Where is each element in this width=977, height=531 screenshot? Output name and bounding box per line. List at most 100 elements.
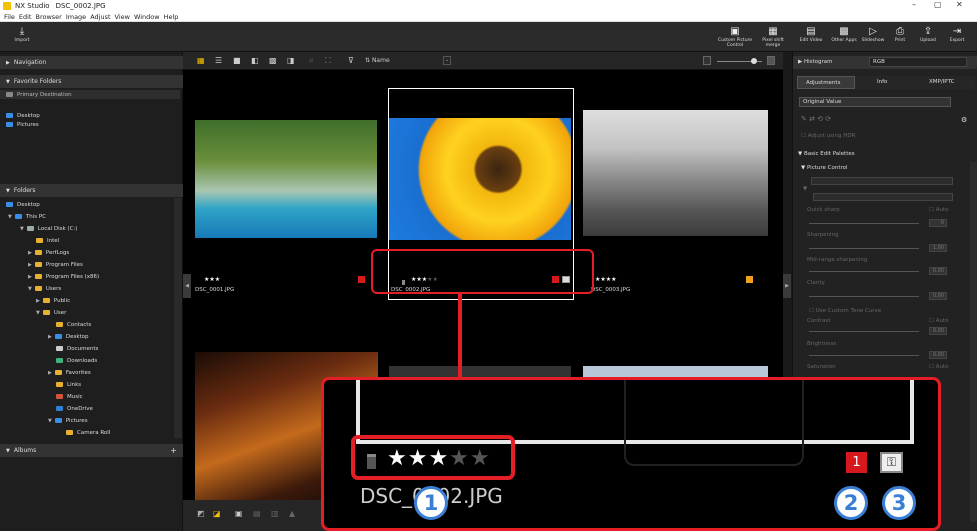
tree-program-files-x86[interactable]: ▶ Program Files (x86) (28, 272, 99, 281)
navigation-header[interactable]: ▶ Navigation (0, 56, 183, 69)
tree-favorites[interactable]: ▶ Favorites (48, 368, 91, 377)
tree-pictures[interactable]: ▼ Pictures (48, 416, 88, 425)
export-button[interactable]: ⇥ Export (939, 25, 975, 49)
tree-local-disk[interactable]: ▼ Local Disk (C:) (20, 224, 77, 233)
tree-user-desktop[interactable]: ▶ Desktop (48, 332, 89, 341)
tree-documents[interactable]: Documents (56, 344, 98, 353)
collapse-left-panel-button[interactable]: ◀ (183, 274, 191, 298)
quick-sharp-slider[interactable] (809, 223, 919, 224)
minimize-button[interactable]: – (912, 0, 916, 12)
rotate-left-icon[interactable]: ◩ (197, 509, 205, 518)
zoom-in-icon[interactable] (767, 56, 775, 65)
favorite-folders-header[interactable]: ▼ Favorite Folders (0, 75, 183, 88)
folders-header[interactable]: ▼ Folders (0, 184, 183, 197)
tree-users[interactable]: ▼ Users (28, 284, 61, 293)
midrange-slider[interactable] (809, 271, 919, 272)
tab-adjustments[interactable]: Adjustments (797, 76, 855, 89)
menu-edit[interactable]: Edit (19, 13, 32, 21)
saturation-auto-checkbox[interactable]: ☐ Auto (929, 364, 948, 370)
menu-view[interactable]: View (115, 13, 130, 21)
contrast-auto-checkbox[interactable]: ☐ Auto (929, 318, 948, 324)
fav-item-pictures[interactable]: Pictures (6, 120, 39, 129)
custom-picture-control-button[interactable]: ▣ Custom Picture Control (717, 25, 753, 49)
menu-image[interactable]: Image (66, 13, 86, 21)
tree-intel[interactable]: Intel (36, 236, 59, 245)
albums-header[interactable]: ▼ Albums + (0, 444, 183, 457)
maximize-button[interactable]: ▢ (934, 0, 942, 12)
adjust-hdr-checkbox[interactable]: ☐ Adjust using HDR (801, 133, 855, 139)
sharpening-slider[interactable] (809, 248, 919, 249)
list-view-icon[interactable]: ☰ (215, 56, 222, 65)
tree-music[interactable]: Music (56, 392, 83, 401)
tree-camera-roll[interactable]: Camera Roll (66, 428, 110, 437)
settings-gear-icon[interactable]: ⚙ (961, 116, 967, 124)
single-view-icon[interactable]: ■ (233, 56, 241, 65)
grid-icon[interactable]: ▥ (271, 509, 279, 518)
import-button[interactable]: ⤓ Import (4, 25, 40, 49)
adjust-tools-icon[interactable]: ✎ ⇄ ⟲ ⟳ (801, 115, 831, 123)
preset-select[interactable]: Original Value (799, 97, 951, 107)
collapse-right-panel-button[interactable]: ▶ (783, 274, 791, 298)
thumbnail-image-2[interactable] (389, 118, 571, 240)
menu-browser[interactable]: Browser (35, 13, 61, 21)
rating-stars[interactable]: ★★★★★ (387, 446, 491, 471)
close-button[interactable]: ✕ (956, 0, 963, 12)
thumbnail-image-1[interactable] (195, 120, 377, 238)
brightness-value[interactable]: 0.00 (929, 351, 947, 359)
picture-control-select[interactable] (811, 177, 953, 185)
two-image-view-icon[interactable]: ◨ (287, 56, 295, 65)
fav-item-desktop[interactable]: Desktop (6, 111, 40, 120)
menu-adjust[interactable]: Adjust (90, 13, 110, 21)
contrast-slider[interactable] (809, 331, 919, 332)
clarity-slider[interactable] (809, 296, 919, 297)
thumbnail-grid-icon[interactable]: ▦ (197, 56, 205, 65)
info-icon[interactable]: ▣ (235, 509, 243, 518)
rating-stars[interactable]: ★★★ (204, 276, 220, 283)
fit-icon[interactable]: ⌗ (309, 56, 314, 66)
contrast-value[interactable]: 0.00 (929, 327, 947, 335)
sort-control[interactable]: ⇅ Name (365, 57, 390, 64)
zoom-out-icon[interactable] (703, 56, 711, 65)
quick-sharp-value[interactable]: 0 (929, 219, 947, 227)
full-screen-icon[interactable]: ⛶ (325, 56, 331, 66)
filmstrip-view-icon[interactable]: ◧ (251, 56, 259, 65)
sort-dropdown-icon[interactable]: ⌄ (443, 56, 451, 65)
menu-file[interactable]: File (4, 13, 15, 21)
pixel-shift-button[interactable]: ▦ Pixel shift merge (755, 25, 791, 49)
tree-perflogs[interactable]: ▶ PerfLogs (28, 248, 69, 257)
tree-program-files[interactable]: ▶ Program Files (28, 260, 83, 269)
tree-public[interactable]: ▶ Public (36, 296, 70, 305)
compare-icon[interactable]: ▤ (253, 509, 261, 518)
filter-icon[interactable]: ⊽ (348, 56, 354, 65)
clarity-value[interactable]: 0.00 (929, 292, 947, 300)
custom-curve-checkbox[interactable]: ☐ Use Custom Tone Curve (809, 308, 881, 314)
add-album-button[interactable]: + (170, 444, 177, 457)
slider-handle[interactable] (751, 58, 757, 64)
basic-edit-palettes-header[interactable]: ▼ Basic Edit Palettes (798, 151, 855, 157)
rating-stars[interactable]: ★★★★ (595, 276, 617, 283)
right-panel-scrollbar[interactable] (970, 162, 977, 522)
histogram-icon[interactable]: ▲ (289, 509, 295, 518)
edit-video-button[interactable]: ▤ Edit Video (793, 25, 829, 49)
histogram-header[interactable]: ▶ Histogram RGB (793, 56, 977, 69)
tree-this-pc[interactable]: ▼ This PC (8, 212, 46, 221)
midrange-value[interactable]: 0.00 (929, 267, 947, 275)
compare-view-icon[interactable]: ▩ (269, 56, 277, 65)
tree-desktop[interactable]: Desktop (6, 200, 40, 209)
brightness-slider[interactable] (809, 355, 919, 356)
thumbnail-image-3[interactable] (583, 110, 768, 236)
expand-arrow-icon[interactable]: ▼ (803, 186, 807, 192)
folders-scrollbar[interactable] (174, 198, 182, 438)
picture-control-option-select[interactable] (813, 193, 953, 201)
sharpening-value[interactable]: 1.00 (929, 244, 947, 252)
menu-window[interactable]: Window (134, 13, 160, 21)
primary-destination[interactable]: Primary Destination (0, 90, 180, 99)
auto-checkbox[interactable]: ☐ Auto (929, 207, 948, 213)
tab-info[interactable]: Info (855, 76, 913, 89)
histogram-mode-select[interactable]: RGB (869, 57, 967, 67)
tree-contacts[interactable]: Contacts (56, 320, 91, 329)
rotate-right-icon[interactable]: ◪ (213, 509, 221, 518)
trash-icon[interactable] (367, 454, 376, 469)
picture-control-header[interactable]: ▼ Picture Control (801, 165, 848, 171)
tree-onedrive[interactable]: OneDrive (56, 404, 93, 413)
